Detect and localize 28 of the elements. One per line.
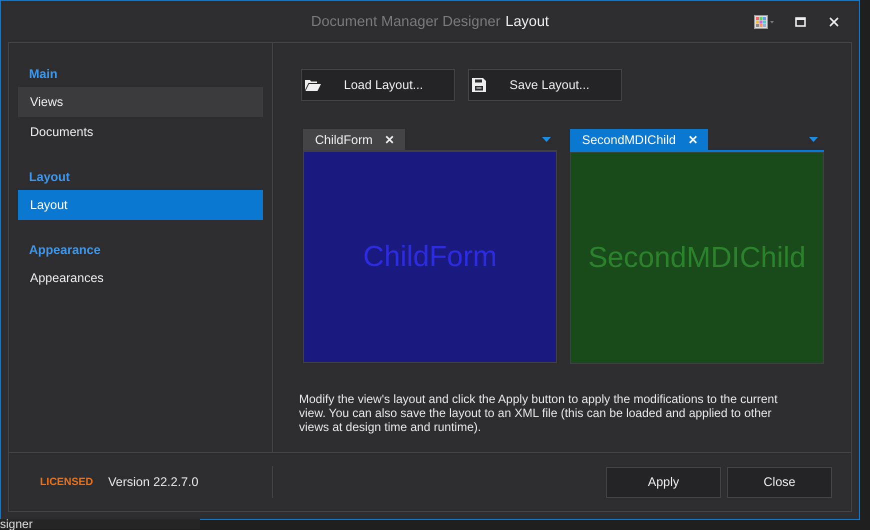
sidebar-item[interactable]: Layout [18, 190, 263, 220]
sidebar-group-heading: Appearance [28, 242, 102, 259]
dropdown-arrow-icon[interactable] [542, 137, 551, 142]
document-caption: ChildForm [363, 240, 497, 274]
version-text: Version 22.2.7.0 [108, 475, 198, 489]
sidebar-group-heading: Main [28, 66, 58, 83]
window-title: Layout [505, 14, 549, 30]
close-icon [829, 17, 839, 27]
folder-icon [305, 79, 321, 91]
sidebar-item[interactable]: Views [18, 87, 263, 117]
document-tab[interactable]: SecondMDIChild ✕ [570, 129, 708, 150]
document-caption: SecondMDIChild [588, 242, 806, 274]
maximize-icon [794, 17, 806, 27]
description-text: Modify the view's layout and click the Apply button to apply the modifications to the current view. You can also save the layout to an XML file (this can be loaded and applied to other views at design time and runtime). [299, 392, 779, 434]
apply-button[interactable]: Apply [606, 466, 721, 498]
tab-close-button[interactable]: ✕ [384, 132, 395, 146]
license-label: LICENSED [40, 476, 94, 488]
window-title-prefix: Document Manager Designer [311, 14, 500, 30]
tab-close-button[interactable]: ✕ [688, 132, 698, 146]
sidebar-item[interactable]: Appearances [18, 263, 263, 293]
palette-grid-icon [754, 15, 774, 29]
load-layout-button[interactable]: Load Layout... [301, 69, 455, 101]
sidebar-group-heading: Layout [28, 169, 71, 186]
document-tab[interactable]: ChildForm ✕ [303, 129, 405, 150]
sidebar-item[interactable]: Documents [18, 117, 263, 147]
close-dialog-button[interactable]: Close [727, 466, 832, 498]
save-layout-button[interactable]: Save Layout... [468, 69, 622, 101]
dropdown-arrow-icon[interactable] [809, 137, 818, 142]
